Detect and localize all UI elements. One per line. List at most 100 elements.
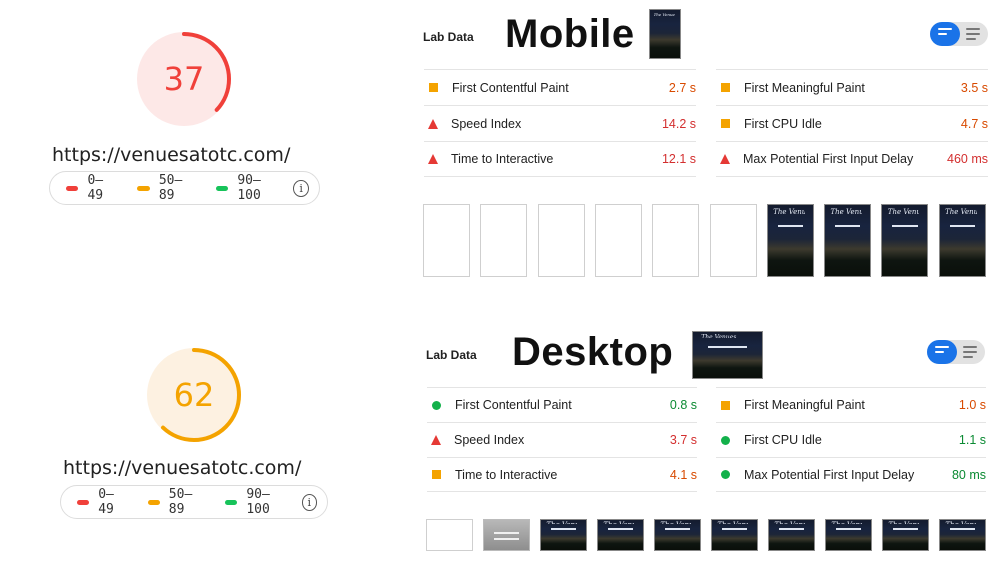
toggle-compact-view[interactable] [930,22,960,46]
filmstrip-frame [423,204,470,277]
mobile-lab-data-label: Lab Data [423,30,474,44]
fail-triangle-icon [431,435,441,445]
compact-view-icon [938,28,952,38]
thumbnail-logo: The Venues [717,521,749,523]
thumbnail-logo: The Venues [603,521,635,523]
metric-value: 12.1 s [661,152,696,166]
toggle-compact-view[interactable] [927,340,957,364]
mobile-score-value: 37 [163,60,205,98]
thumbnail-logo: The Venues [888,521,920,523]
desktop-lab-data-label: Lab Data [426,348,477,362]
metric-name: First Contentful Paint [455,398,572,412]
fail-triangle-icon [428,154,438,164]
filmstrip-frame: The Venues [881,204,929,277]
legend-high-label: 90–100 [237,173,261,203]
metric-row: First Meaningful Paint 1.0 s [716,387,986,422]
thumbnail-logo: The Venues [653,11,675,16]
filmstrip-frame: The Venues [824,204,872,277]
desktop-score-gauge: 62 [146,347,242,443]
thumbnail-logo: The Venues [660,521,692,523]
average-square-icon [721,119,730,128]
metric-name: First Meaningful Paint [744,398,865,412]
legend-low-label: 0–49 [98,487,114,517]
thumbnail-logo: The Venues [945,521,977,523]
metric-name: Speed Index [451,116,522,131]
thumbnail-logo: The Venues [546,521,578,523]
metric-value: 14.2 s [661,116,696,131]
legend-high: 90–100 [215,173,280,203]
metric-value: 80 ms [951,467,986,482]
legend-high: 90–100 [225,487,288,517]
metric-value: 3.5 s [960,80,988,95]
desktop-title: Desktop [512,330,674,374]
filmstrip-frame: The Venues [597,519,644,551]
thumbnail-logo: The Venues [831,521,863,523]
legend-high-label: 90–100 [246,487,270,517]
legend-low-label: 0–49 [87,173,104,203]
metric-row: Time to Interactive 4.1 s [427,457,697,492]
legend-high-swatch [225,499,238,505]
legend-mid-swatch [137,185,150,191]
mobile-title: Mobile [505,12,635,56]
metric-name: Time to Interactive [451,152,554,166]
filmstrip-frame: The Venues [825,519,872,551]
metric-row: Max Potential First Input Delay 80 ms [716,457,986,492]
pass-circle-icon [432,400,441,410]
fail-triangle-icon [428,118,438,129]
expanded-view-icon[interactable] [963,346,977,361]
desktop-url: https://venuesatotc.com/ [63,457,302,479]
metric-name: First Meaningful Paint [744,80,865,95]
legend-mid-label: 50–89 [158,173,183,203]
filmstrip-frame: The Venues [540,519,587,551]
metric-name: Time to Interactive [455,467,558,482]
filmstrip-frame [480,204,528,277]
legend-low: 0–49 [77,487,126,517]
metric-name: First CPU Idle [744,433,822,447]
desktop-view-toggle[interactable] [927,340,985,364]
expanded-view-icon[interactable] [966,28,980,43]
metric-name: First Contentful Paint [452,80,569,95]
info-icon[interactable]: i [301,493,317,511]
average-square-icon [721,400,730,410]
metric-value: 2.7 s [668,80,696,95]
info-icon[interactable]: i [293,179,309,197]
metric-value: 1.1 s [958,433,986,447]
thumbnail-logo: The Venues [887,207,920,214]
legend-mid: 50–89 [137,173,193,203]
mobile-score-gauge: 37 [136,31,232,127]
thumbnail-logo: The Venues [773,207,805,214]
mobile-url: https://venuesatotc.com/ [52,144,291,166]
metric-row: Time to Interactive 12.1 s [424,141,696,177]
filmstrip-frame [652,204,700,277]
filmstrip-frame: The Venues [766,204,814,277]
metric-row: First Contentful Paint 2.7 s [424,69,696,105]
mobile-view-toggle[interactable] [930,22,988,46]
mobile-page-thumbnail: The Venues [649,9,681,59]
pass-circle-icon [721,435,730,445]
average-square-icon [429,83,438,92]
metric-value: 4.7 s [960,116,988,131]
legend-mid-label: 50–89 [168,487,193,517]
metric-row: First Contentful Paint 0.8 s [427,387,697,422]
thumbnail-logo: The Venues [830,207,862,214]
thumbnail-logo: The Venues [701,333,737,338]
compact-view-icon [935,346,949,356]
metric-name: Max Potential First Input Delay [743,152,914,166]
filmstrip-frame [426,519,473,551]
legend-high-swatch [215,185,229,191]
thumbnail-logo: The Venues [774,521,806,523]
legend-low-swatch [77,499,90,505]
filmstrip-frame: The Venues [654,519,701,551]
filmstrip-frame: The Venues [939,519,986,551]
metric-value: 4.1 s [669,467,697,482]
metric-value: 460 ms [947,152,988,166]
filmstrip-frame: The Venues [882,519,929,551]
metric-value: 0.8 s [669,398,697,412]
filmstrip-frame [594,204,642,277]
legend-low-swatch [66,185,79,191]
metric-row: Max Potential First Input Delay 460 ms [716,141,988,177]
filmstrip-frame: The Venues [938,204,986,277]
metric-row: Speed Index 3.7 s [427,422,697,457]
metric-name: Speed Index [454,433,525,447]
metric-value: 3.7 s [669,433,697,447]
